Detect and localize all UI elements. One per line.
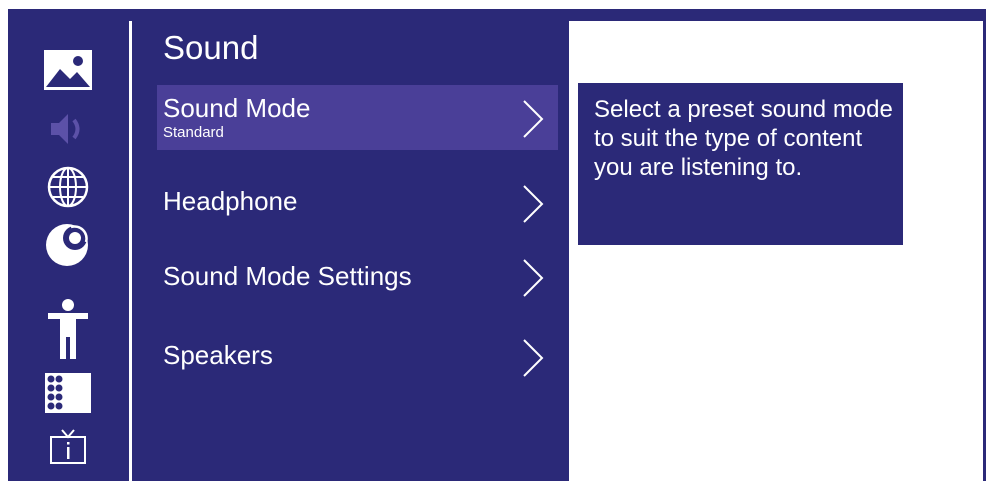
chevron-right-icon [523, 339, 544, 377]
network-icon[interactable] [40, 165, 96, 209]
chevron-right-icon [523, 185, 544, 223]
tv-menu-screen: Sound Sound Mode Standard Headphone Soun… [0, 0, 986, 481]
menu-item-value: Standard [163, 124, 224, 141]
menu-item-label: Sound Mode Settings [163, 261, 412, 291]
menu-item-speakers[interactable]: Speakers [157, 324, 558, 389]
menu-item-label: Sound Mode [163, 93, 311, 123]
sound-icon[interactable] [40, 107, 96, 151]
menu-item-headphone[interactable]: Headphone [157, 170, 558, 235]
picture-icon[interactable] [40, 48, 96, 92]
tv-info-icon[interactable] [40, 424, 96, 468]
menu-item-sound-mode-settings[interactable]: Sound Mode Settings [157, 246, 558, 311]
page-title: Sound [163, 29, 259, 66]
sidebar-divider [129, 27, 132, 481]
menu-item-label: Speakers [163, 340, 273, 370]
chevron-right-icon [523, 259, 544, 297]
channel-icon[interactable] [40, 222, 96, 266]
chevron-right-icon [523, 100, 544, 138]
help-box: Select a preset sound mode to suit the t… [578, 83, 903, 245]
apps-icon[interactable] [40, 371, 96, 415]
menu-item-label: Headphone [163, 186, 298, 216]
menu-item-sound-mode[interactable]: Sound Mode Standard [157, 85, 558, 150]
accessibility-icon[interactable] [40, 297, 96, 361]
help-text: Select a preset sound mode to suit the t… [594, 96, 893, 181]
menu-panel [132, 9, 569, 481]
